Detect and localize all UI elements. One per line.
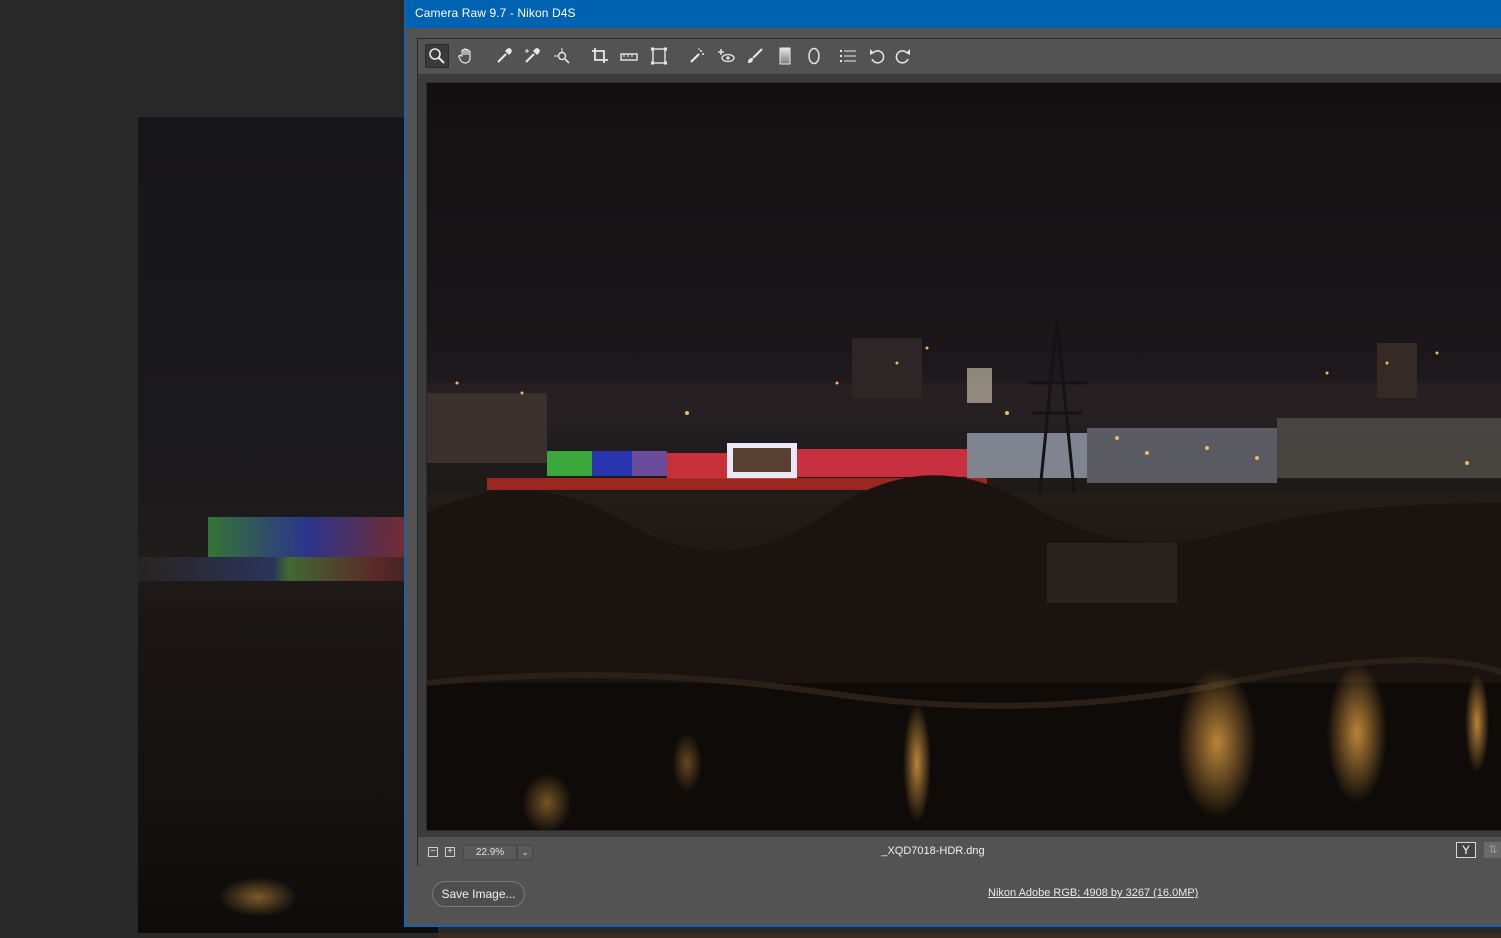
graduated-filter-icon[interactable] bbox=[773, 44, 797, 68]
save-image-button[interactable]: Save Image... bbox=[432, 881, 525, 907]
background-document-image bbox=[138, 117, 438, 933]
red-eye-tool-icon[interactable] bbox=[714, 44, 738, 68]
background-image-edge bbox=[438, 933, 1501, 938]
background-image-shoreline bbox=[138, 557, 438, 581]
white-balance-tool-icon[interactable] bbox=[492, 44, 516, 68]
crop-tool-icon[interactable] bbox=[588, 44, 612, 68]
background-image-lights bbox=[208, 517, 408, 557]
image-filename: _XQD7018-HDR.dng bbox=[881, 845, 985, 857]
swap-icon[interactable]: ⇅ bbox=[1484, 842, 1501, 858]
color-sampler-tool-icon[interactable] bbox=[520, 44, 544, 68]
rotate-cw-icon[interactable] bbox=[891, 44, 915, 68]
zoom-tool-icon[interactable] bbox=[425, 44, 449, 68]
straighten-tool-icon[interactable] bbox=[617, 44, 641, 68]
targeted-adjustment-tool-icon[interactable] bbox=[550, 44, 574, 68]
background-image-reflection bbox=[218, 877, 298, 917]
camera-raw-dialog: Camera Raw 9.7 - Nikon D4S − + 22.9% ⌄ _… bbox=[404, 0, 1501, 927]
title-bar[interactable]: Camera Raw 9.7 - Nikon D4S bbox=[406, 0, 1501, 28]
window-title: Camera Raw 9.7 - Nikon D4S bbox=[415, 6, 576, 20]
preview-photo bbox=[427, 83, 1501, 830]
radial-filter-icon[interactable] bbox=[802, 44, 826, 68]
toolbar bbox=[418, 39, 1501, 75]
spot-removal-tool-icon[interactable] bbox=[685, 44, 709, 68]
rotate-ccw-icon[interactable] bbox=[865, 44, 889, 68]
status-bar: − + 22.9% ⌄ _XQD7018-HDR.dng Y ⇅ bbox=[418, 836, 1501, 866]
preferences-icon[interactable] bbox=[836, 44, 860, 68]
workflow-options-link[interactable]: Nikon Adobe RGB; 4908 by 3267 (16.0MP) bbox=[988, 887, 1198, 899]
before-after-toggle[interactable]: Y bbox=[1456, 842, 1476, 858]
hand-tool-icon[interactable] bbox=[454, 44, 478, 68]
image-preview[interactable] bbox=[426, 82, 1501, 831]
transform-tool-icon[interactable] bbox=[647, 44, 671, 68]
preview-panel: − + 22.9% ⌄ _XQD7018-HDR.dng Y ⇅ bbox=[417, 38, 1501, 866]
adjustment-brush-icon[interactable] bbox=[743, 44, 767, 68]
